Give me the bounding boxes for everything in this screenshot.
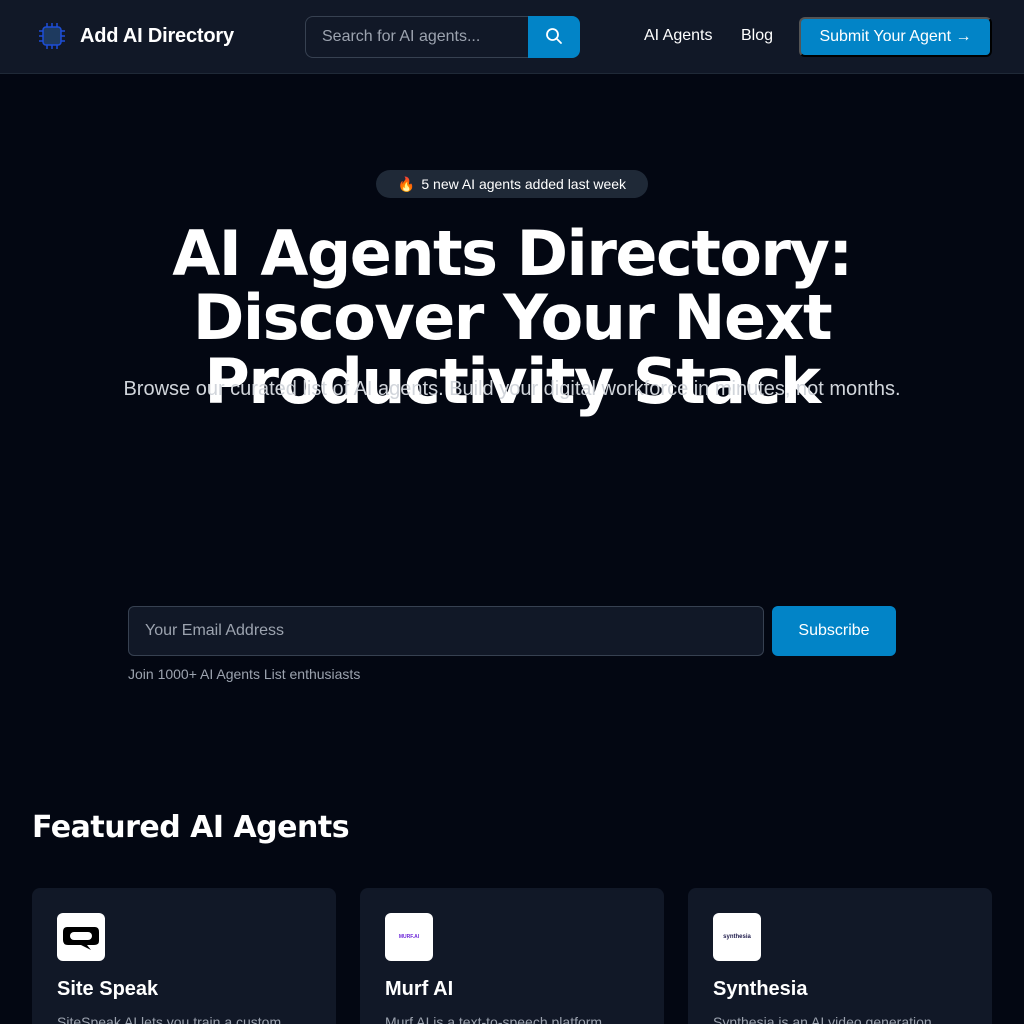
fire-icon: 🔥 <box>397 175 416 192</box>
nav-blog[interactable]: Blog <box>741 27 773 45</box>
subscribe-button[interactable]: Subscribe <box>772 606 896 656</box>
synthesia-logo: synthesia <box>713 913 761 961</box>
nav-ai-agents[interactable]: AI Agents <box>644 27 713 45</box>
email-input[interactable] <box>128 606 764 656</box>
featured-title: Featured AI Agents <box>32 810 350 845</box>
agent-name: Synthesia <box>713 978 808 1000</box>
site-header: Add AI Directory AI Agents Blog Submit Y… <box>0 0 1024 74</box>
agent-card[interactable]: Site Speak SiteSpeak AI lets you train a… <box>32 888 336 1024</box>
agent-card[interactable]: synthesia Synthesia Synthesia is an AI v… <box>688 888 992 1024</box>
agent-name: Murf AI <box>385 978 454 1000</box>
search-bar <box>305 16 580 58</box>
agent-card[interactable]: MURF.AI Murf AI Murf AI is a text-to-spe… <box>360 888 664 1024</box>
logo-text: Add AI Directory <box>80 24 234 47</box>
synthesia-logo-text: synthesia <box>723 934 751 940</box>
agent-name: Site Speak <box>57 978 159 1000</box>
hero-subtitle: Browse our curated list of AI agents. Bu… <box>123 378 901 400</box>
agent-description: SiteSpeak AI lets you train a custom <box>57 1014 282 1024</box>
ai-chip-icon <box>36 20 68 52</box>
murf-logo-text: MURF.AI <box>398 934 420 940</box>
search-button[interactable] <box>528 16 580 58</box>
submit-agent-button[interactable]: Submit Your Agent → <box>799 17 992 57</box>
badge-text: 5 new AI agents added last week <box>421 176 627 192</box>
search-input[interactable] <box>305 16 528 58</box>
murf-logo: MURF.AI <box>385 913 433 961</box>
agent-description: Synthesia is an AI video generation <box>713 1014 932 1024</box>
logo[interactable]: Add AI Directory <box>36 20 234 52</box>
sitespeak-logo <box>57 913 105 961</box>
new-agents-badge: 🔥 5 new AI agents added last week <box>376 170 648 198</box>
join-text: Join 1000+ AI Agents List enthusiasts <box>128 666 361 682</box>
search-icon <box>545 27 563 48</box>
agent-description: Murf AI is a text-to-speech platform <box>385 1014 603 1024</box>
